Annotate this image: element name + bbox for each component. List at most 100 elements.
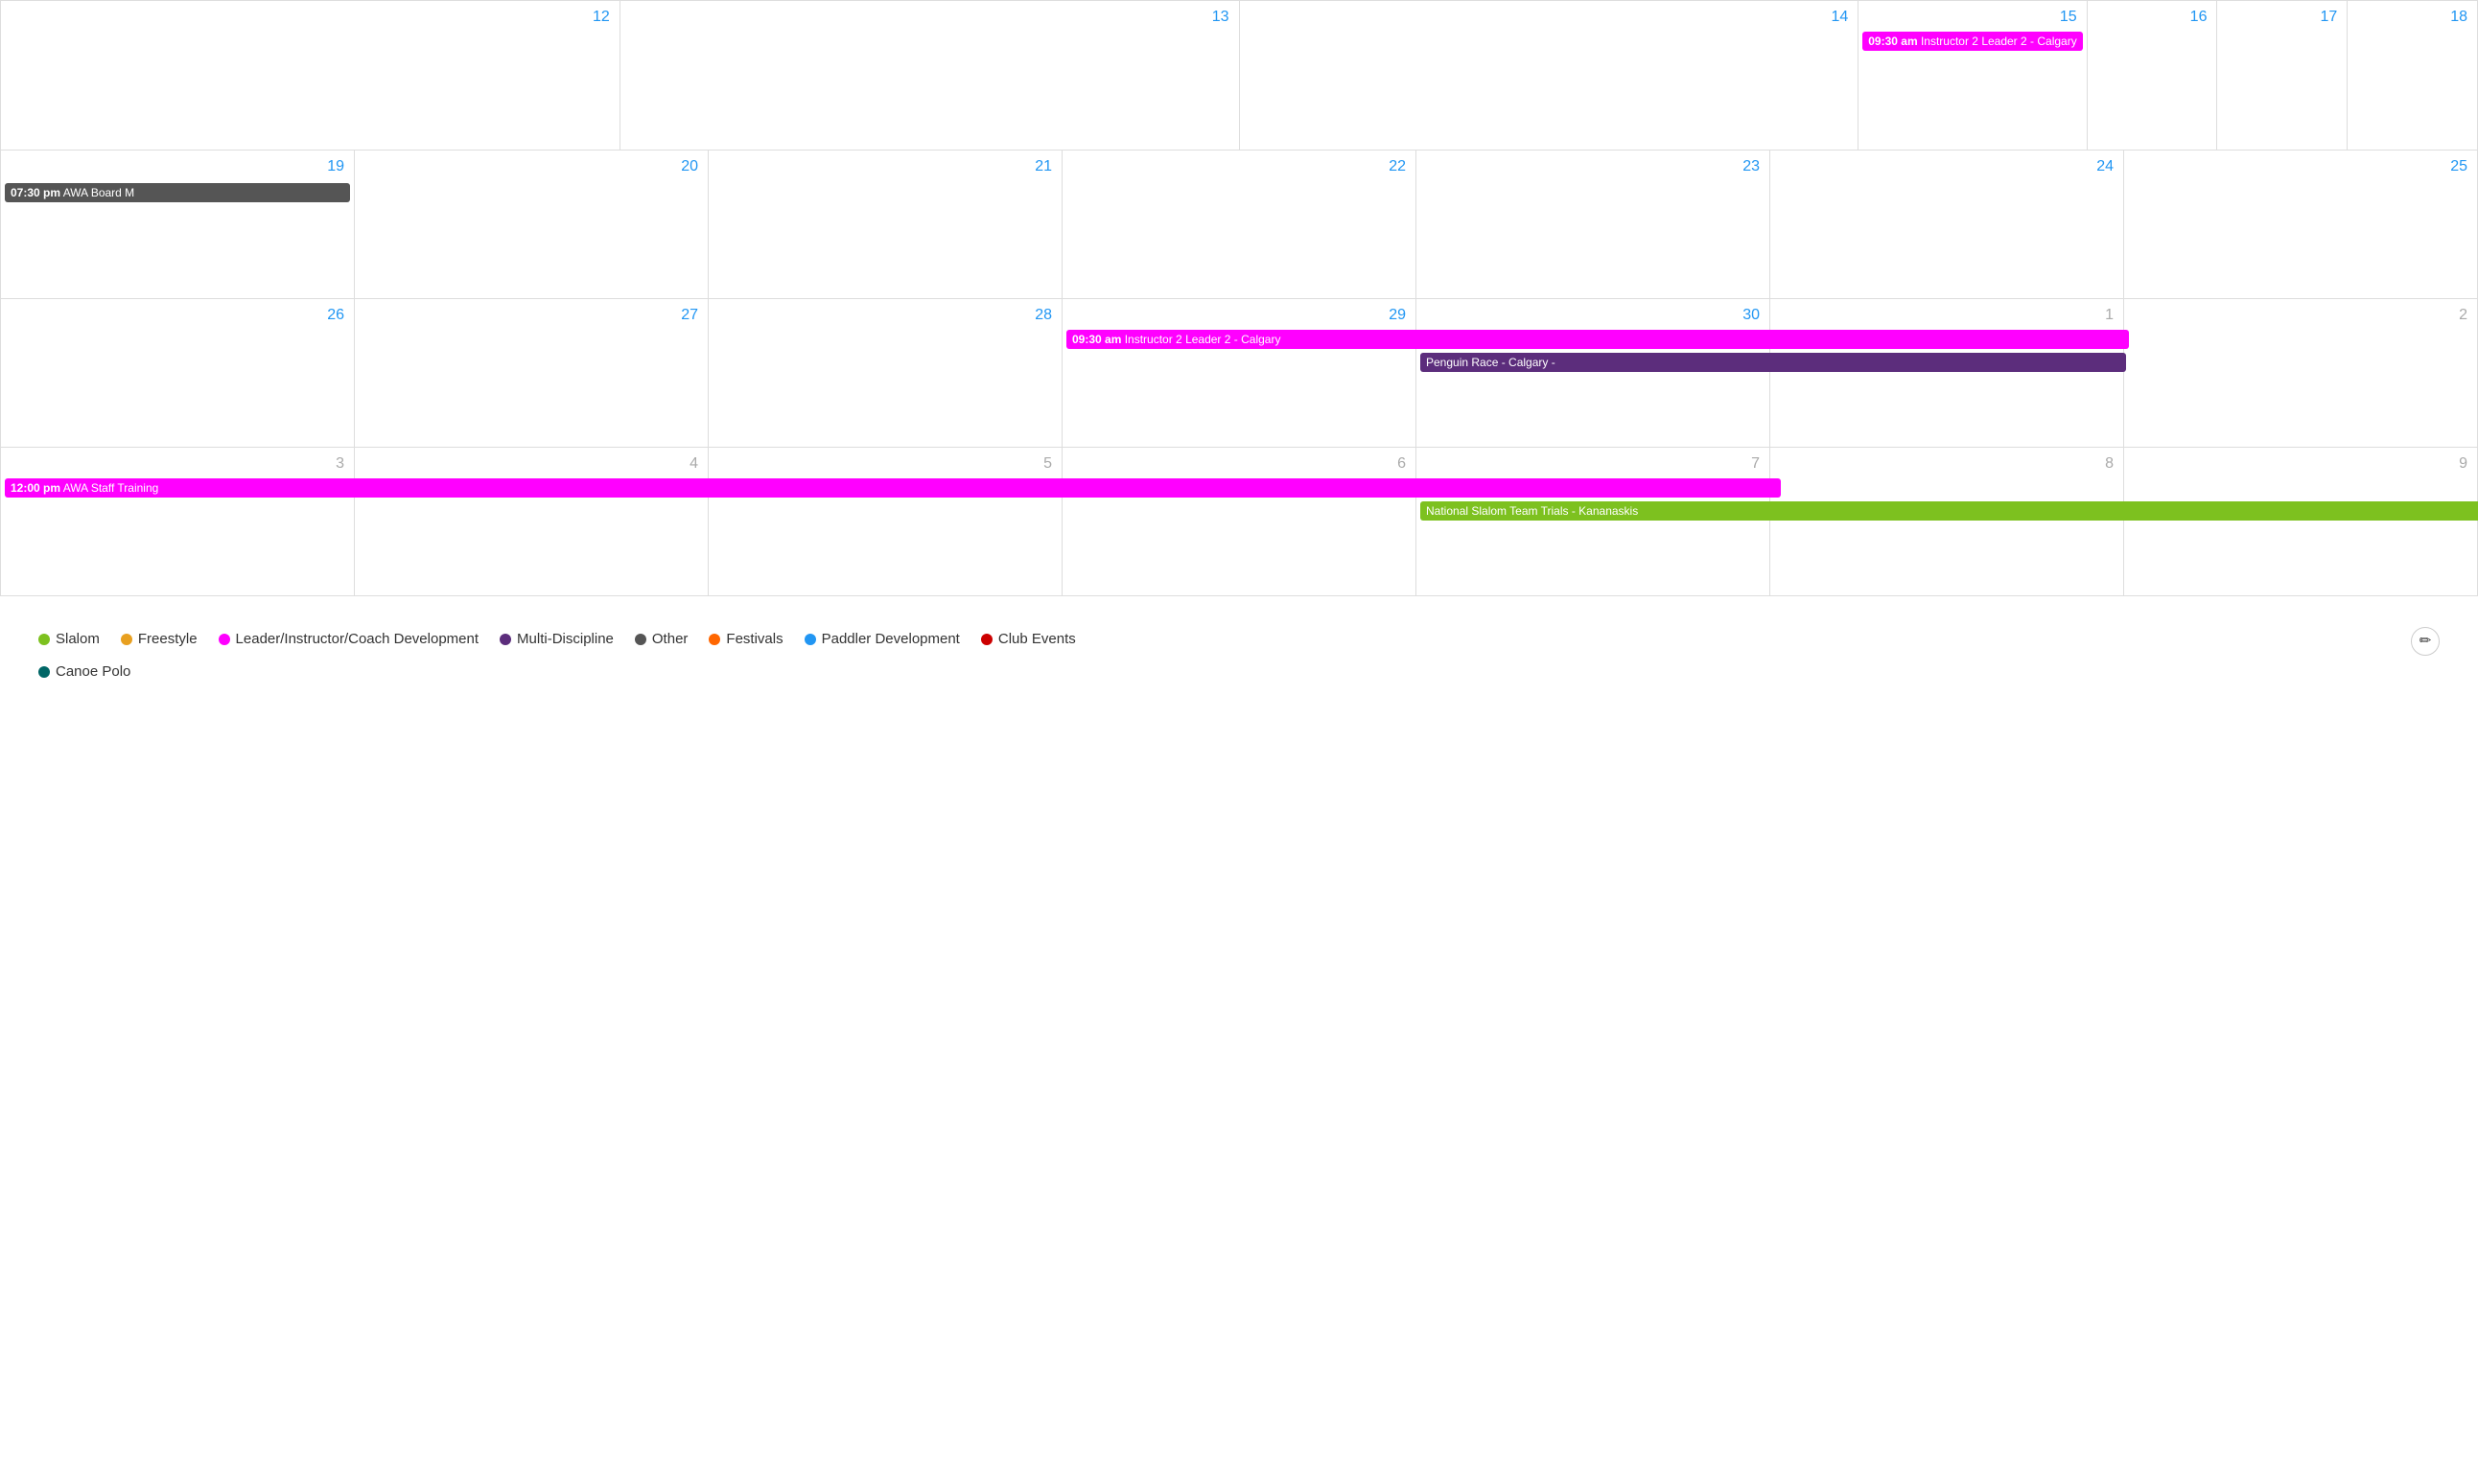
calendar-grid-week4: 3 12:00 pm AWA Staff Training 4 5 6 bbox=[0, 447, 2478, 596]
legend-label-festivals: Festivals bbox=[726, 625, 783, 654]
day-number: 24 bbox=[1774, 154, 2119, 181]
day-number: 5 bbox=[713, 452, 1058, 478]
calendar-day-5: 5 bbox=[709, 448, 1063, 596]
event-bar[interactable]: 09:30 am Instructor 2 Leader 2 - Calgary bbox=[1862, 32, 2082, 51]
legend-dot-club bbox=[981, 634, 993, 645]
calendar-day-19: 19 07:30 pm AWA Board M bbox=[1, 151, 355, 299]
legend-dot-slalom bbox=[38, 634, 50, 645]
event-bar[interactable]: 07:30 pm AWA Board M bbox=[5, 183, 350, 202]
legend-dot-freestyle bbox=[121, 634, 132, 645]
day-number: 26 bbox=[5, 303, 350, 330]
calendar-week-row-4: 3 12:00 pm AWA Staff Training 4 5 6 bbox=[1, 448, 2478, 596]
calendar-wrapper: 12 13 14 15 09:30 am Instructor 2 Le bbox=[0, 0, 2478, 709]
calendar-day-21: 21 bbox=[709, 151, 1063, 299]
calendar-legend: Slalom Freestyle Leader/Instructor/Coach… bbox=[0, 596, 2478, 709]
legend-label-other: Other bbox=[652, 625, 689, 654]
calendar-week-row: 12 13 14 15 09:30 am Instructor 2 Le bbox=[1, 1, 2478, 151]
legend-label-paddler: Paddler Development bbox=[822, 625, 960, 654]
calendar-day-26: 26 bbox=[1, 299, 355, 448]
calendar-day-8: 8 bbox=[1770, 448, 2124, 596]
legend-edit-button[interactable]: ✏ bbox=[2411, 627, 2440, 656]
legend-item-festivals: Festivals bbox=[709, 625, 783, 654]
calendar-day-6: 6 bbox=[1063, 448, 1416, 596]
calendar-day-15: 15 09:30 am Instructor 2 Leader 2 - Calg… bbox=[1858, 1, 2478, 151]
day-number: 7 bbox=[1420, 452, 1765, 478]
event-bar-national-slalom[interactable]: National Slalom Team Trials - Kananaskis bbox=[1420, 501, 2478, 521]
legend-dot-paddler bbox=[805, 634, 816, 645]
day-number: 28 bbox=[713, 303, 1058, 330]
legend-item-slalom: Slalom bbox=[38, 625, 100, 654]
legend-dot-other bbox=[635, 634, 646, 645]
calendar-day-25: 25 bbox=[2124, 151, 2478, 299]
day-number: 3 bbox=[5, 452, 350, 478]
pencil-icon: ✏ bbox=[2420, 627, 2432, 656]
legend-item-club: Club Events bbox=[981, 625, 1076, 654]
legend-row-1: Slalom Freestyle Leader/Instructor/Coach… bbox=[38, 625, 2440, 658]
legend-label-club: Club Events bbox=[998, 625, 1076, 654]
calendar-day-22: 22 bbox=[1063, 151, 1416, 299]
calendar-day-23: 23 bbox=[1416, 151, 1770, 299]
calendar-day-30: 30 Penguin Race - Calgary - bbox=[1416, 299, 1770, 448]
calendar-week-row-2: 19 07:30 pm AWA Board M 20 21 22 23 24 2… bbox=[1, 151, 2478, 299]
legend-item-freestyle: Freestyle bbox=[121, 625, 198, 654]
event-bar-week3-instructor[interactable]: 09:30 am Instructor 2 Leader 2 - Calgary bbox=[1066, 330, 2129, 349]
day-number: 2 bbox=[2128, 303, 2473, 330]
legend-dot-leader bbox=[219, 634, 230, 645]
day-number: 4 bbox=[359, 452, 704, 478]
day-number: 1 bbox=[1774, 303, 2119, 330]
day-number: 6 bbox=[1066, 452, 1412, 478]
event-bar-staff-training[interactable]: 12:00 pm AWA Staff Training bbox=[5, 478, 1781, 498]
legend-label-leader: Leader/Instructor/Coach Development bbox=[236, 625, 479, 654]
legend-dot-canoe-polo bbox=[38, 666, 50, 678]
calendar-day-9: 9 bbox=[2124, 448, 2478, 596]
day-number: 20 bbox=[359, 154, 704, 181]
calendar-day-27: 27 bbox=[355, 299, 709, 448]
legend-item-paddler: Paddler Development bbox=[805, 625, 960, 654]
day-number: 27 bbox=[359, 303, 704, 330]
day-number: 30 bbox=[1420, 303, 1765, 330]
calendar-grid: 12 13 14 15 09:30 am Instructor 2 Le bbox=[0, 0, 2478, 151]
calendar-grid-week2: 19 07:30 pm AWA Board M 20 21 22 23 24 2… bbox=[0, 150, 2478, 299]
day-number: 19 bbox=[5, 154, 350, 181]
day-number: 15 bbox=[1862, 5, 2082, 32]
day-number: 12 bbox=[5, 5, 616, 32]
calendar-day-29: 29 09:30 am Instructor 2 Leader 2 - Calg… bbox=[1063, 299, 1416, 448]
calendar-day-13: 13 bbox=[620, 1, 1239, 151]
calendar-week-row-3: 26 27 28 29 bbox=[1, 299, 2478, 448]
day-number: 18 bbox=[2351, 5, 2473, 32]
legend-label-freestyle: Freestyle bbox=[138, 625, 198, 654]
day-number: 13 bbox=[624, 5, 1235, 32]
calendar-day-20: 20 bbox=[355, 151, 709, 299]
calendar-day-3: 3 12:00 pm AWA Staff Training bbox=[1, 448, 355, 596]
day-number: 9 bbox=[2128, 452, 2473, 478]
day-number: 8 bbox=[1774, 452, 2119, 478]
legend-item-other: Other bbox=[635, 625, 689, 654]
legend-dot-festivals bbox=[709, 634, 720, 645]
day-number: 17 bbox=[2221, 5, 2343, 32]
day-number: 21 bbox=[713, 154, 1058, 181]
calendar-grid-week3: 26 27 28 29 bbox=[0, 298, 2478, 448]
calendar-day-24: 24 bbox=[1770, 151, 2124, 299]
calendar-day-28: 28 bbox=[709, 299, 1063, 448]
legend-label-slalom: Slalom bbox=[56, 625, 100, 654]
legend-item-canoe-polo: Canoe Polo bbox=[38, 658, 130, 686]
day-number: 23 bbox=[1420, 154, 1765, 181]
day-number: 14 bbox=[1244, 5, 1855, 32]
calendar-day-14: 14 bbox=[1239, 1, 1858, 151]
legend-dot-multidiscipline bbox=[500, 634, 511, 645]
day-number: 29 bbox=[1066, 303, 1412, 330]
calendar-day-7: 7 National Slalom Team Trials - Kananask… bbox=[1416, 448, 1770, 596]
legend-item-leader: Leader/Instructor/Coach Development bbox=[219, 625, 479, 654]
cell-events: 07:30 pm AWA Board M bbox=[5, 183, 350, 202]
legend-item-multidiscipline: Multi-Discipline bbox=[500, 625, 614, 654]
day-number: 16 bbox=[2092, 5, 2213, 32]
day-number: 25 bbox=[2128, 154, 2473, 181]
calendar-day-12: 12 bbox=[1, 1, 620, 151]
legend-label-multidiscipline: Multi-Discipline bbox=[517, 625, 614, 654]
legend-label-canoe-polo: Canoe Polo bbox=[56, 658, 130, 686]
legend-row-2: Canoe Polo bbox=[38, 658, 2440, 690]
calendar-day-4: 4 bbox=[355, 448, 709, 596]
calendar-day-2: 2 bbox=[2124, 299, 2478, 448]
day-number: 22 bbox=[1066, 154, 1412, 181]
event-bar-penguin[interactable]: Penguin Race - Calgary - bbox=[1420, 353, 2126, 372]
